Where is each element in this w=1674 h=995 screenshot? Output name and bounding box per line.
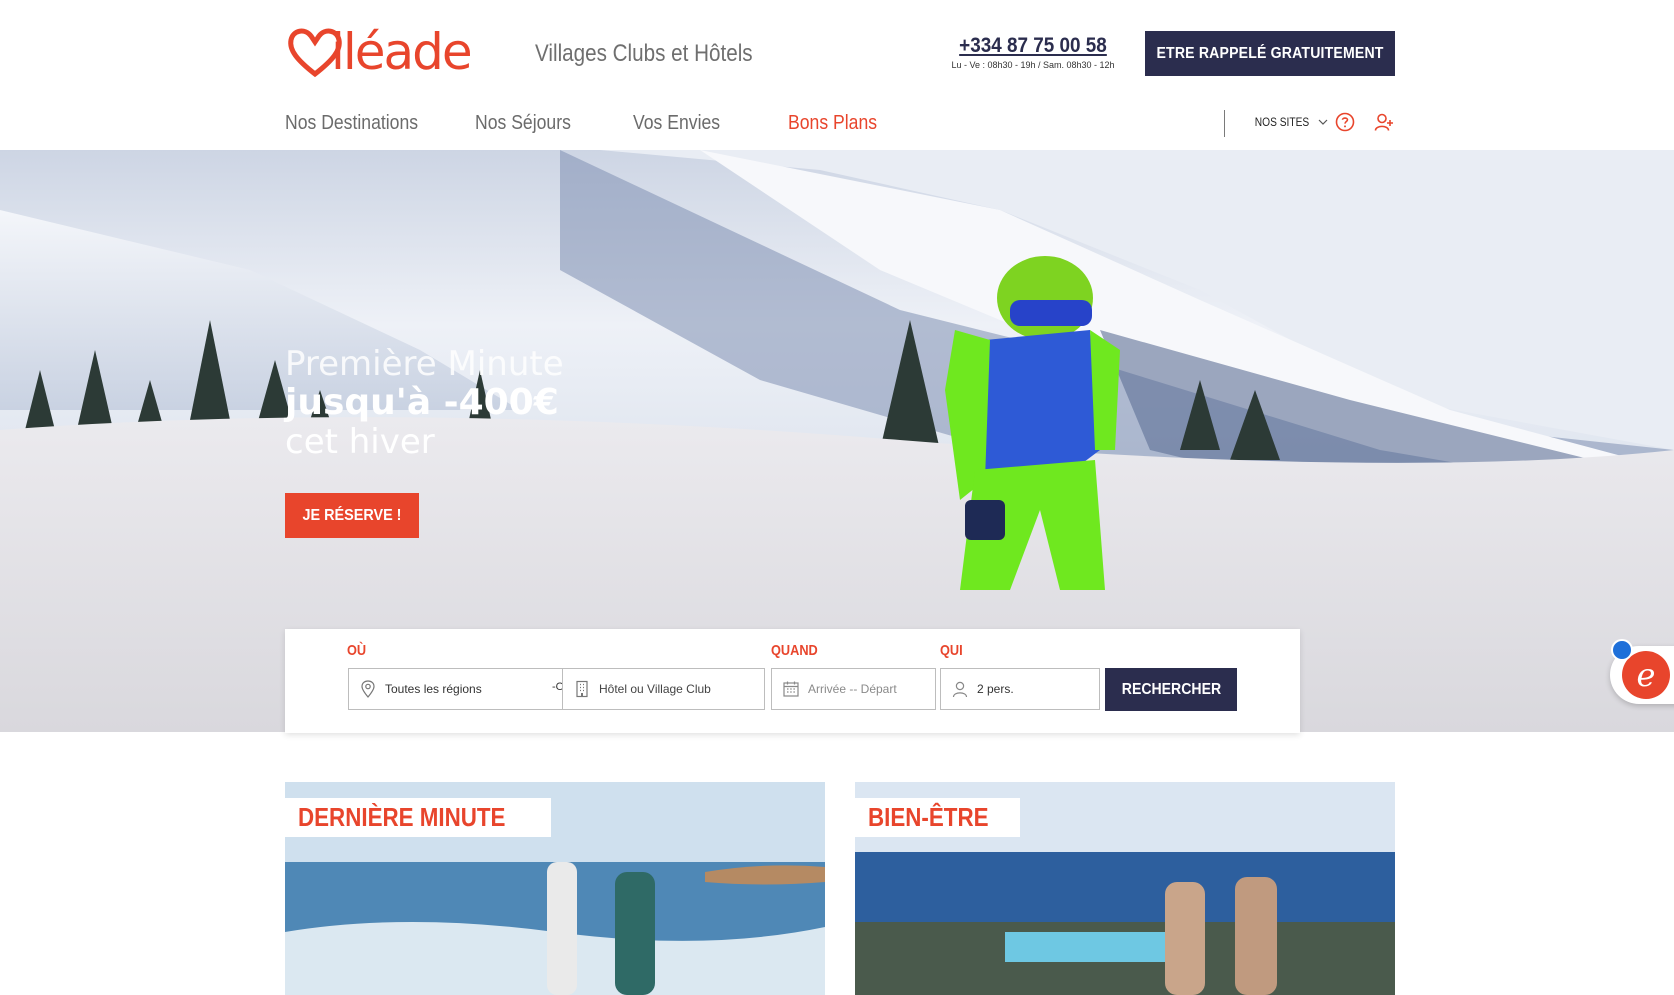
card-label: DERNIÈRE MINUTE	[285, 798, 552, 837]
when-label: QUAND	[771, 642, 818, 659]
user-plus-icon[interactable]	[1374, 112, 1394, 132]
nav-item-bons-plans[interactable]: Bons Plans	[788, 112, 877, 135]
phone-hours: Lu - Ve : 08h30 - 19h / Sam. 08h30 - 12h	[951, 60, 1115, 70]
who-label: QUI	[940, 642, 963, 659]
hotel-placeholder: Hôtel ou Village Club	[599, 682, 711, 696]
search-submit-label: RECHERCHER	[1121, 680, 1221, 698]
logo-text: iléade	[331, 23, 473, 81]
dates-input[interactable]: Arrivée -- Départ	[771, 668, 936, 710]
main-nav: Nos Destinations Nos Séjours Vos Envies …	[285, 112, 928, 135]
search-submit-button[interactable]: RECHERCHER	[1105, 668, 1237, 711]
tagline: Villages Clubs et Hôtels	[535, 40, 753, 67]
nav-item-envies[interactable]: Vos Envies	[633, 112, 734, 135]
phone-block: +334 87 75 00 58 Lu - Ve : 08h30 - 19h /…	[930, 34, 1136, 70]
hotel-search-input[interactable]: Hôtel ou Village Club	[562, 668, 765, 710]
card-label-text: BIEN-ÊTRE	[868, 802, 989, 832]
page: iléade Villages Clubs et Hôtels +334 87 …	[0, 0, 1674, 995]
persons-select[interactable]: 2 pers.	[940, 668, 1100, 710]
reserve-button-label: JE RÉSERVE !	[302, 506, 402, 524]
chat-notification-badge	[1611, 639, 1633, 661]
callback-button[interactable]: ETRE RAPPELÉ GRATUITEMENT	[1145, 31, 1395, 76]
nav-item-sejours[interactable]: Nos Séjours	[475, 112, 579, 135]
chevron-down-icon	[1318, 119, 1328, 125]
phone-number-link[interactable]: +334 87 75 00 58	[940, 34, 1125, 58]
region-select[interactable]: Toutes les régions	[348, 668, 563, 710]
persons-value: 2 pers.	[977, 682, 1014, 696]
region-value: Toutes les régions	[385, 682, 482, 696]
question-circle-icon[interactable]	[1335, 112, 1355, 132]
logo[interactable]: iléade	[285, 22, 505, 84]
hero-line-2: jusqu'à -400€	[285, 382, 559, 423]
site-header: iléade Villages Clubs et Hôtels +334 87 …	[0, 0, 1674, 150]
reserve-button[interactable]: JE RÉSERVE !	[285, 493, 419, 538]
card-bien-etre[interactable]: BIEN-ÊTRE	[855, 782, 1395, 995]
nav-item-destinations[interactable]: Nos Destinations	[285, 112, 418, 135]
calendar-icon	[783, 681, 799, 697]
nos-sites-dropdown[interactable]: NOS SITES	[1250, 115, 1328, 129]
nos-sites-label: NOS SITES	[1254, 115, 1310, 129]
card-label: BIEN-ÊTRE	[855, 798, 1021, 837]
search-panel: OÙ QUAND QUI Toutes les régions -Ou- Hôt…	[285, 629, 1300, 733]
building-icon	[576, 680, 588, 698]
hero-headline: Première Minute jusqu'à -400€ cet hiver	[285, 345, 564, 461]
hero-line-1: Première Minute	[285, 344, 564, 384]
map-pin-icon	[361, 680, 375, 698]
callback-button-label: ETRE RAPPELÉ GRATUITEMENT	[1156, 44, 1384, 62]
card-derniere-minute[interactable]: DERNIÈRE MINUTE	[285, 782, 825, 995]
hero-line-3: cet hiver	[285, 422, 435, 462]
dates-placeholder: Arrivée -- Départ	[808, 682, 897, 696]
nav-divider	[1224, 110, 1225, 137]
person-icon	[952, 681, 968, 698]
where-label: OÙ	[347, 642, 367, 659]
card-label-text: DERNIÈRE MINUTE	[298, 802, 506, 832]
